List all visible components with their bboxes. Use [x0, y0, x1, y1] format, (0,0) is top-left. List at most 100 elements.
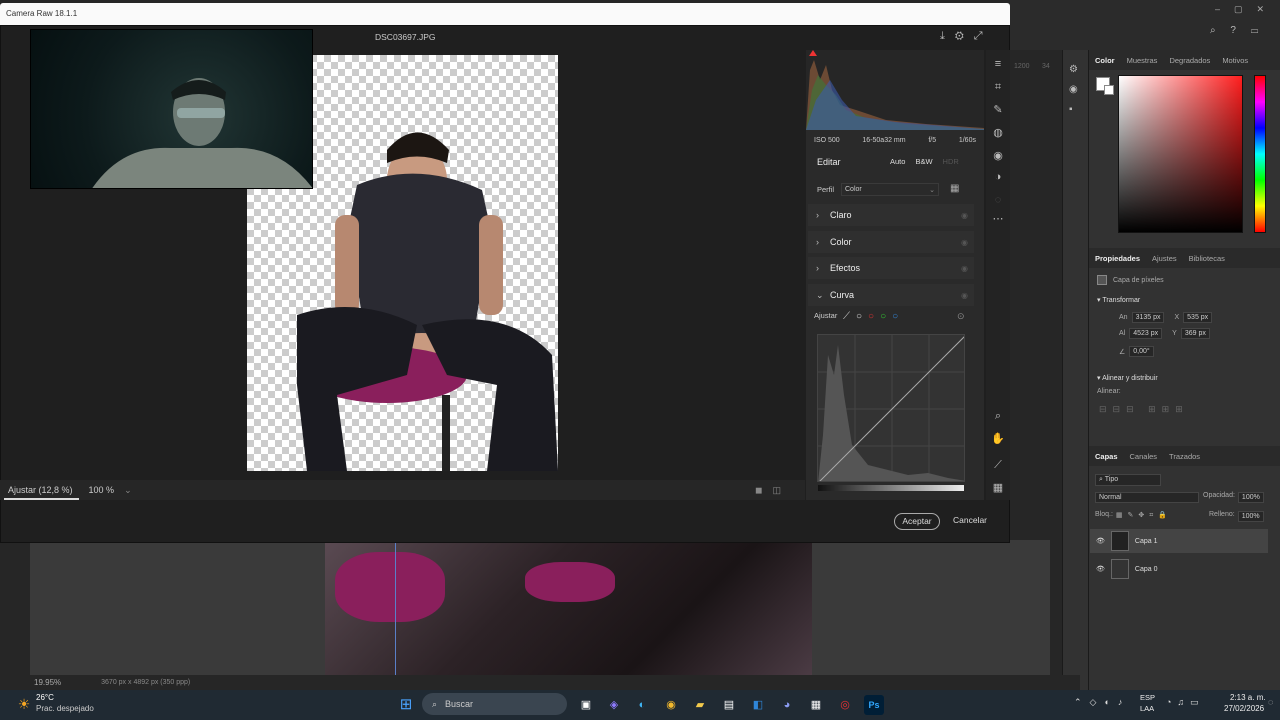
align-buttons[interactable]: ⊟⊟⊟ ⊞⊞⊞ [1099, 404, 1189, 415]
file-explorer-icon[interactable]: ▰ [690, 695, 710, 715]
tab-degradados[interactable]: Degradados [1169, 56, 1210, 65]
weather-desc[interactable]: Prac. despejado [36, 704, 94, 713]
chevron-down-icon[interactable]: ⌄ [124, 485, 132, 496]
task-view-icon[interactable]: ▣ [576, 695, 596, 715]
document-photo[interactable] [325, 542, 812, 675]
discord-icon[interactable]: ◕ [777, 695, 797, 715]
transform-header[interactable]: ▾ Transformar [1097, 296, 1140, 304]
section-claro[interactable]: › Claro ◉ [808, 204, 974, 226]
background-color-swatch[interactable] [1104, 85, 1114, 95]
chrome-icon[interactable]: ◉ [661, 695, 681, 715]
clock-time[interactable]: 2:13 a. m. [1230, 693, 1266, 702]
angle-input[interactable]: 0,00° [1129, 346, 1154, 357]
tab-capas[interactable]: Capas [1095, 452, 1118, 461]
layer-filter-select[interactable]: ⌕ Tipo [1095, 474, 1161, 486]
layer-row[interactable]: 👁 Capa 1 [1090, 529, 1268, 553]
x-input[interactable]: 535 px [1183, 312, 1213, 323]
parametric-curve-icon[interactable]: ⟋ [843, 311, 850, 322]
zoom-underline [4, 498, 79, 500]
section-color[interactable]: › Color ◉ [808, 231, 974, 253]
y-input[interactable]: 369 px [1180, 328, 1210, 339]
rgb-channel-icon[interactable]: ○ [856, 311, 862, 322]
width-input[interactable]: 3135 px [1131, 312, 1165, 323]
accept-button[interactable]: Aceptar [894, 513, 940, 530]
visibility-eye-icon[interactable]: ◉ [961, 238, 968, 247]
snapshot-icon[interactable]: ◌ [991, 193, 1005, 207]
camera-raw-title: Camera Raw 18.1.1 [6, 9, 78, 18]
store-icon[interactable]: ▤ [719, 695, 739, 715]
visibility-eye-icon[interactable]: ◉ [961, 211, 968, 220]
edge-icon[interactable]: ◐ [632, 695, 652, 715]
tab-trazados[interactable]: Trazados [1169, 452, 1200, 461]
calculator-icon[interactable]: ▦ [806, 695, 826, 715]
curve-range-slider[interactable] [818, 485, 964, 491]
panel-icons[interactable]: ⚙ ◉ ▪ [1069, 60, 1078, 120]
taskbar-search[interactable]: ⌕ Buscar [422, 693, 567, 715]
profile-select[interactable]: Color ⌄ [841, 183, 939, 196]
edit-sliders-icon[interactable]: ≡ [991, 57, 1005, 71]
presets-icon[interactable]: ◑ [991, 170, 1005, 184]
weather-icon[interactable]: ☀ [14, 694, 34, 714]
window-controls[interactable]: –▢✕ [1215, 4, 1278, 15]
tray-icons[interactable]: ⌃◇◐♪ [1074, 697, 1130, 708]
mask-icon[interactable]: ◍ [991, 126, 1005, 140]
green-channel-icon[interactable]: ○ [880, 311, 886, 322]
tab-ajustes[interactable]: Ajustes [1152, 254, 1177, 263]
clock-date[interactable]: 27/02/2026 [1224, 704, 1264, 713]
visibility-eye-icon[interactable]: ◉ [961, 264, 968, 273]
fill-input[interactable]: 100% [1237, 511, 1264, 522]
red-channel-icon[interactable]: ○ [868, 311, 874, 322]
view-toggle-icons[interactable]: ◼◫ [755, 485, 791, 496]
auto-button[interactable]: Auto [890, 157, 905, 166]
more-icon[interactable]: ⋯ [991, 212, 1005, 226]
tab-propiedades[interactable]: Propiedades [1095, 254, 1140, 263]
search-help-icons[interactable]: ⌕ ? ▭ [1210, 25, 1264, 36]
grid-icon[interactable]: ▦ [991, 481, 1005, 495]
network-volume-battery-icons[interactable]: ◔♫▭ [1166, 697, 1205, 708]
section-efectos[interactable]: › Efectos ◉ [808, 257, 974, 279]
tone-curve[interactable] [817, 334, 965, 482]
visibility-eye-icon[interactable]: 👁 [1096, 565, 1105, 573]
header-icons[interactable]: ⤓⚙⤢ [940, 30, 993, 43]
blend-mode-select[interactable]: Normal [1095, 492, 1199, 503]
tab-muestras[interactable]: Muestras [1127, 56, 1158, 65]
blue-channel-icon[interactable]: ○ [892, 311, 898, 322]
windows-start-icon[interactable]: ⊞ [396, 695, 416, 715]
copilot-icon[interactable]: ◈ [604, 695, 624, 715]
tab-color[interactable]: Color [1095, 56, 1115, 65]
height-input[interactable]: 4523 px [1129, 328, 1163, 339]
bw-button[interactable]: B&W [915, 157, 932, 166]
cancel-button[interactable]: Cancelar [952, 513, 988, 530]
crop-icon[interactable]: ⌗ [991, 80, 1005, 94]
zoom-100-button[interactable]: 100 % [89, 485, 115, 495]
iso-value: ISO 500 [814, 137, 840, 144]
language-indicator[interactable]: ESP [1140, 693, 1155, 702]
hand-icon[interactable]: ✋ [991, 432, 1005, 446]
weather-temp[interactable]: 26°C [36, 693, 54, 702]
outlook-icon[interactable]: ◧ [748, 695, 768, 715]
redeye-icon[interactable]: ◉ [991, 149, 1005, 163]
align-header[interactable]: ▾ Alinear y distribuir [1097, 374, 1158, 382]
profile-browser-icon[interactable]: ▦ [950, 183, 959, 194]
lock-icons[interactable]: ▦✎✥⌗🔒 [1116, 511, 1172, 520]
section-curva[interactable]: ⌄ Curva ◉ [808, 284, 974, 306]
tab-motivos[interactable]: Motivos [1222, 56, 1248, 65]
tab-canales[interactable]: Canales [1130, 452, 1158, 461]
eraser-icon[interactable]: ✎ [991, 103, 1005, 117]
photoshop-icon[interactable]: Ps [864, 695, 884, 715]
sampler-icon[interactable]: ⟋ [991, 458, 1005, 472]
visibility-eye-icon[interactable]: ◉ [961, 291, 968, 300]
zoom-icon[interactable]: ⌕ [991, 409, 1005, 423]
visibility-eye-icon[interactable]: 👁 [1096, 537, 1105, 545]
notification-icon[interactable]: ◌ [1268, 697, 1273, 707]
hdr-button[interactable]: HDR [943, 157, 959, 166]
tab-bibliotecas[interactable]: Bibliotecas [1189, 254, 1225, 263]
zoom-fit-button[interactable]: Ajustar (12,8 %) [8, 485, 73, 495]
hue-slider[interactable] [1254, 75, 1266, 233]
color-picker-field[interactable] [1118, 75, 1243, 233]
target-adjust-icon[interactable]: ⊙ [957, 311, 965, 322]
keyboard-layout[interactable]: LAA [1140, 704, 1154, 713]
capture-app-icon[interactable]: ◎ [835, 695, 855, 715]
opacity-input[interactable]: 100% [1237, 492, 1264, 503]
layer-row[interactable]: 👁 Capa 0 [1090, 557, 1268, 581]
